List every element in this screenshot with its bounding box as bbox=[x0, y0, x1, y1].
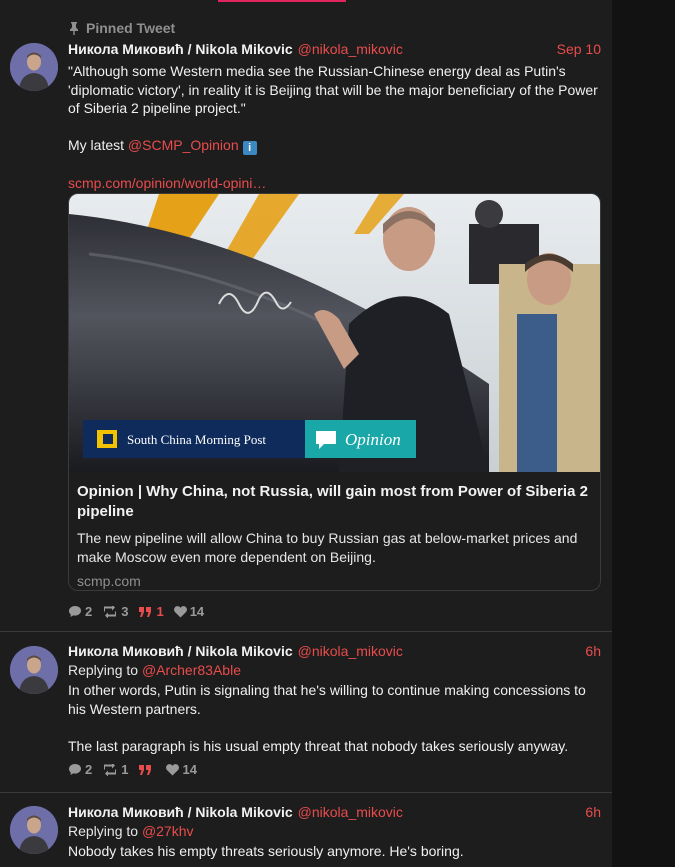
card-title[interactable]: Opinion | Why China, not Russia, will ga… bbox=[77, 482, 592, 522]
active-tab-indicator bbox=[218, 0, 346, 2]
tweet-body: Никола Миковић / Nikola Mikovic @nikola_… bbox=[68, 40, 601, 192]
timeline-column[interactable]: Pinned Tweet Никола Миковић / Nikola Mik… bbox=[0, 0, 612, 867]
like-button[interactable]: 14 bbox=[173, 604, 205, 619]
replying-to-handle[interactable]: @Archer83Able bbox=[142, 662, 241, 678]
retweet-count: 3 bbox=[121, 604, 129, 619]
retweet-count: 1 bbox=[121, 762, 129, 777]
heart-icon bbox=[173, 605, 187, 617]
tweet-header: Никола Миковић / Nikola Mikovic @nikola_… bbox=[68, 803, 601, 821]
retweet-button[interactable]: 1 bbox=[102, 762, 128, 777]
avatar[interactable] bbox=[10, 806, 58, 854]
info-icon: i bbox=[242, 141, 257, 155]
tweet-text: "Although some Western media see the Rus… bbox=[68, 62, 601, 192]
quote-icon bbox=[139, 606, 152, 617]
link-preview-card[interactable]: South China Morning Post Opinion Opinion… bbox=[68, 193, 601, 591]
author-handle[interactable]: @nikola_mikovic bbox=[298, 40, 403, 58]
card-badge-text: Opinion bbox=[345, 430, 401, 449]
avatar[interactable] bbox=[10, 646, 58, 694]
tweet-divider bbox=[0, 792, 612, 793]
replying-to: Replying to @27khv bbox=[68, 821, 601, 841]
replying-to-handle[interactable]: @27khv bbox=[142, 823, 194, 839]
tweet-quote-paragraph: "Although some Western media see the Rus… bbox=[68, 63, 598, 116]
pin-icon bbox=[68, 21, 80, 35]
tweet-body: Никола Миковић / Nikola Mikovic @nikola_… bbox=[68, 803, 601, 861]
tweet-text: Nobody takes his empty threats seriously… bbox=[68, 842, 601, 861]
quote-button[interactable] bbox=[138, 764, 156, 776]
tweet-header: Никола Миковић / Nikola Mikovic @nikola_… bbox=[68, 40, 601, 58]
author-name[interactable]: Никола Миковић / Nikola Mikovic bbox=[68, 642, 293, 660]
reply-icon bbox=[69, 764, 81, 775]
retweet-icon bbox=[104, 605, 117, 618]
tweet-timestamp[interactable]: 6h bbox=[585, 642, 601, 660]
tweet-text: In other words, Putin is signaling that … bbox=[68, 681, 601, 755]
tweet-body: Никола Миковић / Nikola Mikovic @nikola_… bbox=[68, 642, 601, 777]
reply-button[interactable]: 2 bbox=[68, 604, 92, 619]
tweet-timestamp[interactable]: Sep 10 bbox=[557, 40, 601, 58]
article-link[interactable]: scmp.com/opinion/world-opini… bbox=[68, 175, 266, 191]
reply-count: 2 bbox=[85, 604, 93, 619]
tweet-timestamp[interactable]: 6h bbox=[585, 803, 601, 821]
avatar[interactable] bbox=[10, 43, 58, 91]
author-name[interactable]: Никола Миковић / Nikola Mikovic bbox=[68, 40, 293, 58]
reply-count: 2 bbox=[85, 762, 93, 777]
author-name[interactable]: Никола Миковић / Nikola Mikovic bbox=[68, 803, 293, 821]
tweet-actions: 2 3 1 14 bbox=[68, 604, 214, 619]
tweet-header: Никола Миковић / Nikola Mikovic @nikola_… bbox=[68, 642, 601, 660]
right-background bbox=[612, 0, 675, 867]
card-content: Opinion | Why China, not Russia, will ga… bbox=[77, 482, 592, 589]
card-domain: scmp.com bbox=[77, 573, 141, 589]
reply-icon bbox=[69, 606, 81, 617]
card-brand-text: South China Morning Post bbox=[127, 432, 266, 447]
like-button[interactable]: 14 bbox=[166, 762, 197, 777]
tweet-divider bbox=[0, 631, 612, 632]
tweet-paragraph-2: The last paragraph is his usual empty th… bbox=[68, 737, 569, 754]
card-description: The new pipeline will allow China to buy… bbox=[77, 530, 578, 565]
replying-to-label: Replying to bbox=[68, 823, 139, 839]
article-link-line: scmp.com/opinion/world-opini… bbox=[68, 174, 601, 193]
pinned-tweet-label: Pinned Tweet bbox=[68, 20, 175, 36]
reply-button[interactable]: 2 bbox=[68, 762, 92, 777]
card-image: South China Morning Post Opinion bbox=[69, 194, 600, 472]
like-count: 14 bbox=[189, 604, 205, 619]
mention-link[interactable]: @SCMP_Opinion bbox=[128, 137, 239, 153]
retweet-icon bbox=[104, 763, 117, 776]
retweet-button[interactable]: 3 bbox=[102, 604, 128, 619]
quote-button[interactable]: 1 bbox=[138, 604, 164, 619]
replying-to-label: Replying to bbox=[68, 662, 139, 678]
author-handle[interactable]: @nikola_mikovic bbox=[298, 642, 403, 660]
heart-icon bbox=[166, 763, 180, 775]
replying-to: Replying to @Archer83Able bbox=[68, 660, 601, 680]
author-handle[interactable]: @nikola_mikovic bbox=[298, 803, 403, 821]
tweet-paragraph-1: In other words, Putin is signaling that … bbox=[68, 682, 586, 717]
tweet-actions: 2 1 14 bbox=[68, 762, 601, 777]
quote-icon bbox=[139, 764, 152, 775]
pinned-tweet-text: Pinned Tweet bbox=[86, 20, 176, 36]
quote-count: 1 bbox=[156, 604, 164, 619]
latest-text: My latest bbox=[68, 137, 125, 153]
tweet-latest-line: My latest @SCMP_Opinion i bbox=[68, 136, 601, 155]
tweet-paragraph-1: Nobody takes his empty threats seriously… bbox=[68, 843, 464, 859]
like-count: 14 bbox=[182, 762, 197, 777]
